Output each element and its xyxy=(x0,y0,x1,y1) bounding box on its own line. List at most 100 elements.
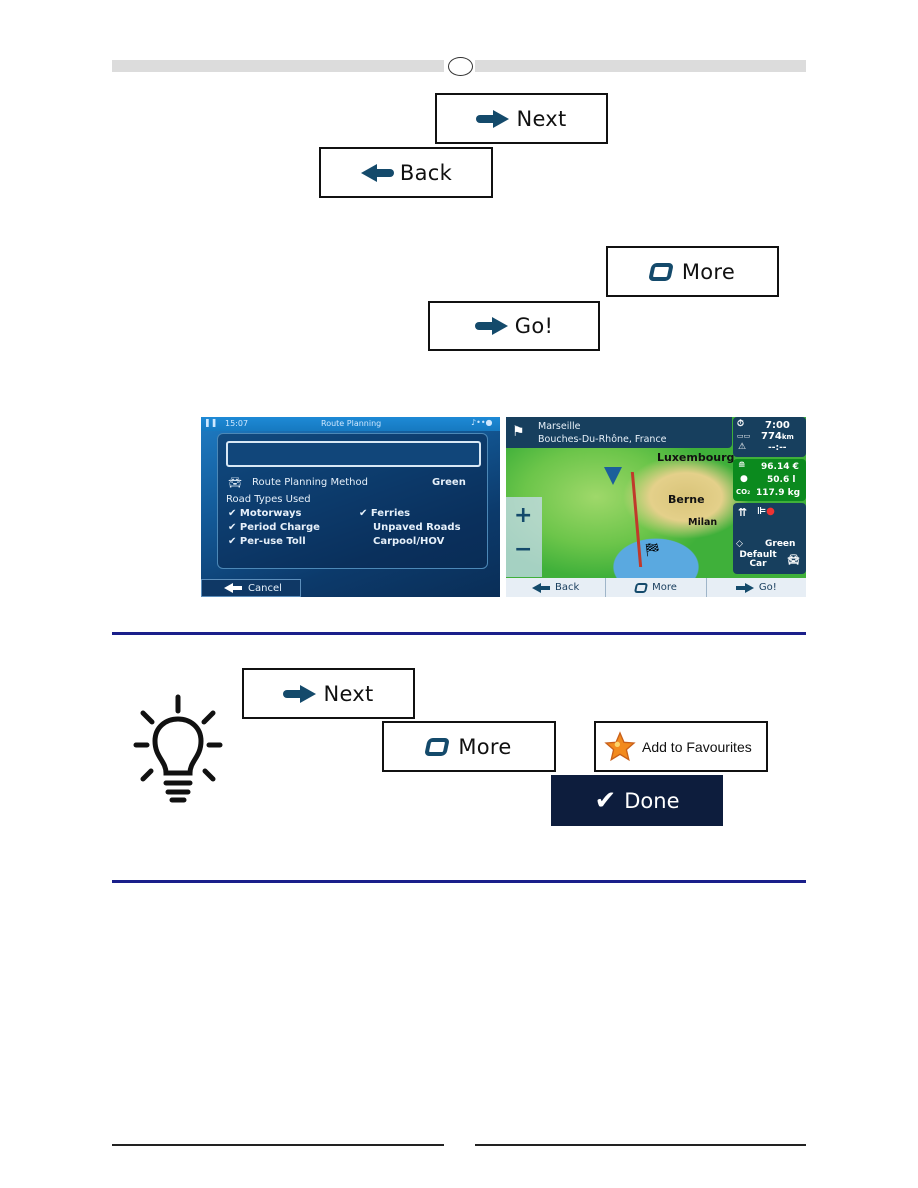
fuel-consumption: 50.6 l xyxy=(767,475,796,485)
route-info-sidebar: ⏱ 7:00 ▭▭ 774km ⚠ --:-- ≘ 96.14 € ● 50.6… xyxy=(733,417,806,574)
more-icon xyxy=(634,582,649,593)
more-button-label: More xyxy=(681,259,736,284)
map-city-label: Berne xyxy=(668,493,705,506)
star-icon xyxy=(604,730,636,761)
warning-icon: ⚠ xyxy=(738,442,747,452)
destination-header[interactable]: ⚑ Marseille Bouches-Du-Rhône, France xyxy=(506,417,732,448)
arrow-left-icon xyxy=(224,583,242,593)
arrow-left-icon xyxy=(532,582,551,593)
road-type-carpool-hov[interactable]: Carpool/HOV xyxy=(373,536,444,547)
done-button[interactable]: ✔ Done xyxy=(551,775,723,826)
next-button[interactable]: Next xyxy=(435,93,608,144)
header-bar-left xyxy=(112,60,444,72)
tip-next-label: Next xyxy=(323,681,374,706)
road-types-heading: Road Types Used xyxy=(226,494,311,505)
checkmark-icon: ✔ xyxy=(594,785,617,816)
check-icon: ✔ xyxy=(228,522,237,533)
tip-more-button[interactable]: More xyxy=(382,721,556,772)
route-name-input[interactable] xyxy=(226,441,481,467)
co2-emission: 117.9 kg xyxy=(756,488,801,498)
pause-icon: ❚❚ xyxy=(204,418,218,427)
map-back-label: Back xyxy=(555,582,580,593)
map-go-button[interactable]: Go! xyxy=(707,578,806,597)
add-to-favourites-button[interactable]: Add to Favourites xyxy=(594,721,768,772)
cancel-label: Cancel xyxy=(248,582,282,594)
footer-line-right xyxy=(475,1144,806,1146)
more-icon xyxy=(424,737,451,756)
map-city-label: Luxembourg xyxy=(657,451,735,464)
back-button[interactable]: Back xyxy=(319,147,493,198)
lightbulb-tip-icon xyxy=(133,694,223,803)
route-method-label[interactable]: Route Planning Method xyxy=(252,477,368,488)
check-icon: ✔ xyxy=(228,536,237,547)
motorway-icon: ⇈ xyxy=(738,506,748,519)
go-button-label: Go! xyxy=(514,314,554,338)
toll-road-icon: ⊫● xyxy=(757,506,775,517)
clock-time: 15:07 xyxy=(225,419,249,428)
zoom-out-button[interactable]: − xyxy=(514,537,532,562)
more-button[interactable]: More xyxy=(606,246,779,297)
map-city-label: Milan xyxy=(688,517,718,528)
map-more-button[interactable]: More xyxy=(606,578,707,597)
route-settings-card[interactable]: ⇈ ⊫● ◇ Green Default Car 🚘︎ xyxy=(733,503,806,574)
destination-name: Marseille xyxy=(538,421,581,432)
car-icon: 🚘︎ xyxy=(228,476,242,489)
bottom-button-bar: Back More Go! xyxy=(506,578,806,597)
header-circle-marker xyxy=(448,57,473,76)
more-icon xyxy=(647,262,674,281)
trip-time-card[interactable]: ⏱ 7:00 ▭▭ 774km ⚠ --:-- xyxy=(733,417,806,457)
route-method-value: Green xyxy=(432,477,466,488)
cost-icon: ≘ xyxy=(738,461,746,471)
tip-more-label: More xyxy=(458,734,512,759)
route-method: Green xyxy=(765,539,796,549)
trip-cost: 96.14 € xyxy=(761,462,799,472)
route-settings-panel: 🚘︎ Route Planning Method Green Road Type… xyxy=(217,433,488,569)
current-position-icon xyxy=(604,467,622,485)
tip-separator-top xyxy=(112,632,806,635)
arrow-right-icon xyxy=(735,582,754,593)
distance-icon: ▭▭ xyxy=(737,432,751,440)
road-type-period-charge[interactable]: ✔ Period Charge xyxy=(228,522,320,533)
check-icon: ✔ xyxy=(228,508,237,519)
done-label: Done xyxy=(624,788,680,813)
destination-flag-icon: 🏁︎ xyxy=(644,543,661,558)
route-summary-screenshot: 🏁︎ Luxembourg Berne Milan ⚑ Marseille Bo… xyxy=(506,417,806,597)
trip-distance: 774 xyxy=(761,431,782,442)
road-type-ferries[interactable]: ✔ Ferries xyxy=(359,508,410,519)
eco-stats-card[interactable]: ≘ 96.14 € ● 50.6 l CO₂ 117.9 kg xyxy=(733,459,806,501)
vehicle-profile: Default Car xyxy=(739,550,777,569)
arrow-right-icon xyxy=(283,684,317,703)
map-more-label: More xyxy=(652,582,677,593)
next-button-label: Next xyxy=(516,106,567,131)
map-go-label: Go! xyxy=(758,582,777,593)
road-type-unpaved-roads[interactable]: Unpaved Roads xyxy=(373,522,461,533)
footer-line-left xyxy=(112,1144,444,1146)
status-icons: ♪••● xyxy=(471,418,493,427)
add-to-favourites-label: Add to Favourites xyxy=(642,738,752,755)
check-icon: ✔ xyxy=(359,508,368,519)
back-button-label: Back xyxy=(399,160,453,185)
arrow-left-icon xyxy=(360,163,394,182)
zoom-controls: + − xyxy=(506,497,542,577)
route-method-icon: ◇ xyxy=(736,539,743,549)
header-bar-right xyxy=(475,60,806,72)
checkered-flag-icon: ⚑ xyxy=(512,424,525,440)
zoom-in-button[interactable]: + xyxy=(514,503,532,528)
stopwatch-icon: ⏱ xyxy=(737,419,745,429)
fuel-drop-icon: ● xyxy=(740,474,748,484)
eta: --:-- xyxy=(768,443,787,453)
road-type-per-use-toll[interactable]: ✔ Per-use Toll xyxy=(228,536,306,547)
screen-title: Route Planning xyxy=(321,419,382,428)
trip-time: 7:00 xyxy=(765,420,790,431)
tip-separator-bottom xyxy=(112,880,806,883)
cancel-button[interactable]: Cancel xyxy=(201,579,301,597)
go-button[interactable]: Go! xyxy=(428,301,600,351)
car-icon: 🚘︎ xyxy=(787,555,800,566)
distance-unit: km xyxy=(781,433,794,441)
destination-region: Bouches-Du-Rhône, France xyxy=(538,434,667,445)
arrow-right-icon xyxy=(476,109,510,128)
route-planning-screenshot: ❚❚ 15:07 Route Planning ♪••● 🚘︎ Route Pl… xyxy=(201,417,500,597)
map-back-button[interactable]: Back xyxy=(506,578,607,597)
tip-next-button[interactable]: Next xyxy=(242,668,415,719)
road-type-motorways[interactable]: ✔ Motorways xyxy=(228,508,301,519)
